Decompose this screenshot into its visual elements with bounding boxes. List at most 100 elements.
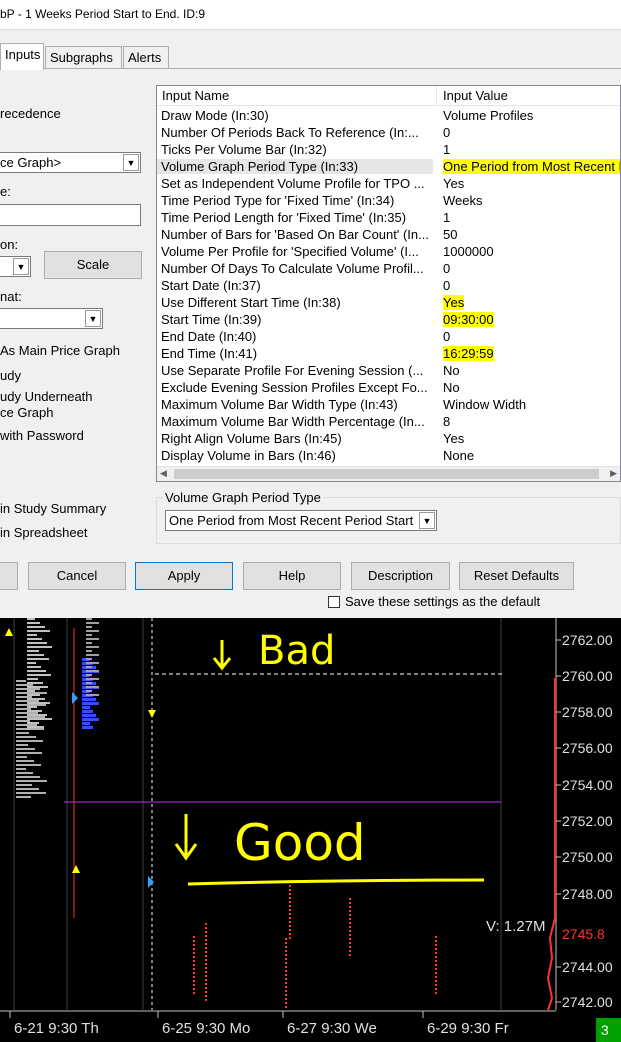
grid-row[interactable]: Start Date (In:37) 0	[157, 277, 620, 294]
save-default-checkbox[interactable]	[328, 596, 340, 608]
input-value-cell[interactable]: 1	[443, 142, 450, 157]
input-name-cell: Set as Independent Volume Profile for TP…	[161, 176, 425, 191]
graph-combo[interactable]: ce Graph> ▼	[0, 152, 141, 173]
price-label: 2760.00	[562, 668, 613, 684]
format-combo[interactable]: ▼	[0, 308, 103, 329]
input-value-cell[interactable]: 0	[443, 329, 450, 344]
volume-profile-bar	[16, 788, 39, 790]
input-value-cell[interactable]: One Period from Most Recent Period Start	[443, 159, 620, 174]
reset-defaults-button[interactable]: Reset Defaults	[459, 562, 574, 590]
grid-row[interactable]: Use Different Start Time (In:38) Yes	[157, 294, 620, 311]
tab-inputs[interactable]: Inputs	[0, 43, 44, 70]
grid-row[interactable]: Number of Bars for 'Based On Bar Count' …	[157, 226, 620, 243]
volume-profile-bar	[82, 718, 99, 721]
input-value-cell[interactable]: No	[443, 380, 460, 395]
grid-row[interactable]: Time Period Length for 'Fixed Time' (In:…	[157, 209, 620, 226]
grid-row[interactable]: Exclude Evening Session Profiles Except …	[157, 379, 620, 396]
cancel-button[interactable]: Cancel	[28, 562, 126, 590]
with-password-option[interactable]: with Password	[0, 428, 84, 443]
volume-profile-bar	[16, 692, 47, 694]
grid-row[interactable]: Maximum Volume Bar Width Type (In:43) Win…	[157, 396, 620, 413]
grid-rows: Draw Mode (In:30) Volume Profiles Number O…	[157, 107, 620, 464]
input-value-cell[interactable]: 0	[443, 125, 450, 140]
volume-profile-bar	[86, 650, 92, 652]
period-type-select[interactable]: One Period from Most Recent Period Start…	[165, 510, 437, 531]
in-study-summary-option[interactable]: in Study Summary	[0, 501, 106, 516]
annotation-good: Good	[234, 814, 366, 872]
input-value-cell[interactable]: None	[443, 448, 474, 463]
annotation-bad: Bad	[258, 628, 335, 674]
grid-row[interactable]: Display Volume in Bars (In:46) None	[157, 447, 620, 464]
volume-profile-bar	[27, 674, 51, 676]
scroll-right-icon[interactable]: ▶	[610, 468, 617, 479]
input-name-cell: Time Period Length for 'Fixed Time' (In:…	[161, 210, 407, 225]
volume-profile-bar	[16, 700, 39, 702]
grid-row[interactable]: End Time (In:41) 16:29:59	[157, 345, 620, 362]
name-input[interactable]	[0, 204, 141, 226]
volume-profile-bar	[27, 710, 42, 712]
in-spreadsheet-option[interactable]: in Spreadsheet	[0, 525, 87, 540]
input-value-cell[interactable]: 8	[443, 414, 450, 429]
help-button[interactable]: Help	[243, 562, 341, 590]
scroll-thumb[interactable]	[174, 469, 599, 479]
horizontal-scrollbar[interactable]: ◀ ▶	[157, 466, 620, 481]
inputs-grid: Input Name Input Value Draw Mode (In:30)…	[156, 85, 621, 482]
input-value-cell[interactable]: Weeks	[443, 193, 483, 208]
input-value-cell[interactable]: 16:29:59	[443, 346, 494, 361]
input-value-cell[interactable]: Volume Profiles	[443, 108, 533, 123]
tab-subgraphs[interactable]: Subgraphs	[45, 46, 122, 69]
grid-row[interactable]: Volume Per Profile for 'Specified Volume…	[157, 243, 620, 260]
input-value-cell[interactable]: 0	[443, 261, 450, 276]
column-header-input-value[interactable]: Input Value	[437, 86, 508, 106]
volume-profile-bar	[27, 686, 48, 688]
input-name-cell: Volume Graph Period Type (In:33)	[157, 159, 433, 174]
study-settings-dialog: bP - 1 Weeks Period Start to End. ID:9 I…	[0, 0, 621, 618]
grid-row[interactable]: Ticks Per Volume Bar (In:32) 1	[157, 141, 620, 158]
column-header-input-name[interactable]: Input Name	[157, 86, 437, 106]
grid-row[interactable]: Set as Independent Volume Profile for TP…	[157, 175, 620, 192]
scroll-left-icon[interactable]: ◀	[160, 468, 167, 479]
ok-button[interactable]	[0, 562, 18, 590]
study-underneath-option[interactable]: udy Underneath	[0, 389, 93, 404]
description-button[interactable]: Description	[351, 562, 450, 590]
grid-row[interactable]: End Date (In:40) 0	[157, 328, 620, 345]
volume-profile-bar	[16, 724, 37, 726]
input-value-cell[interactable]: 1000000	[443, 244, 494, 259]
input-value-cell[interactable]: 09:30:00	[443, 312, 494, 327]
input-value-cell[interactable]: 0	[443, 278, 450, 293]
volume-profile-bar	[16, 680, 26, 682]
grid-row[interactable]: Number Of Days To Calculate Volume Profi…	[157, 260, 620, 277]
input-value-cell[interactable]: Yes	[443, 431, 464, 446]
input-name-cell: Volume Per Profile for 'Specified Volume…	[161, 244, 419, 259]
chevron-down-icon: ▼	[123, 154, 139, 171]
scale-button[interactable]: Scale	[44, 251, 142, 279]
as-main-price-graph-option[interactable]: As Main Price Graph	[0, 343, 120, 358]
region-combo[interactable]: ▼	[0, 256, 31, 277]
volume-profile-bar	[82, 698, 96, 701]
volume-profile-bar	[86, 618, 92, 620]
input-value-cell[interactable]: No	[443, 363, 460, 378]
grid-row[interactable]: Draw Mode (In:30) Volume Profiles	[157, 107, 620, 124]
volume-profile-bar	[16, 792, 46, 794]
input-value-cell[interactable]: Window Width	[443, 397, 526, 412]
input-value-cell[interactable]: Yes	[443, 176, 464, 191]
study-option[interactable]: udy	[0, 368, 21, 383]
volume-profile-bar	[86, 658, 92, 660]
input-value-cell[interactable]: Yes	[443, 295, 465, 310]
grid-row[interactable]: Start Time (In:39) 09:30:00	[157, 311, 620, 328]
grid-row[interactable]: Time Period Type for 'Fixed Time' (In:34…	[157, 192, 620, 209]
apply-button[interactable]: Apply	[135, 562, 233, 590]
grid-row[interactable]: Volume Graph Period Type (In:33) One Peri…	[157, 158, 620, 175]
grid-row[interactable]: Use Separate Profile For Evening Session…	[157, 362, 620, 379]
grid-row[interactable]: Number Of Periods Back To Reference (In:…	[157, 124, 620, 141]
price-chart[interactable]: 2762.00 2760.00 2758.00 2756.00 2754.00 2752.…	[0, 618, 621, 1042]
volume-profile-bar	[16, 708, 31, 710]
time-label: 6-27 9:30 We	[287, 1020, 377, 1037]
grid-row[interactable]: Right Align Volume Bars (In:45) Yes	[157, 430, 620, 447]
tab-alerts[interactable]: Alerts	[123, 46, 169, 69]
volume-profile-bar	[16, 736, 36, 738]
input-value-cell[interactable]: 50	[443, 227, 457, 242]
grid-row[interactable]: Maximum Volume Bar Width Percentage (In.…	[157, 413, 620, 430]
volume-profile-bar	[27, 658, 49, 660]
input-value-cell[interactable]: 1	[443, 210, 450, 225]
